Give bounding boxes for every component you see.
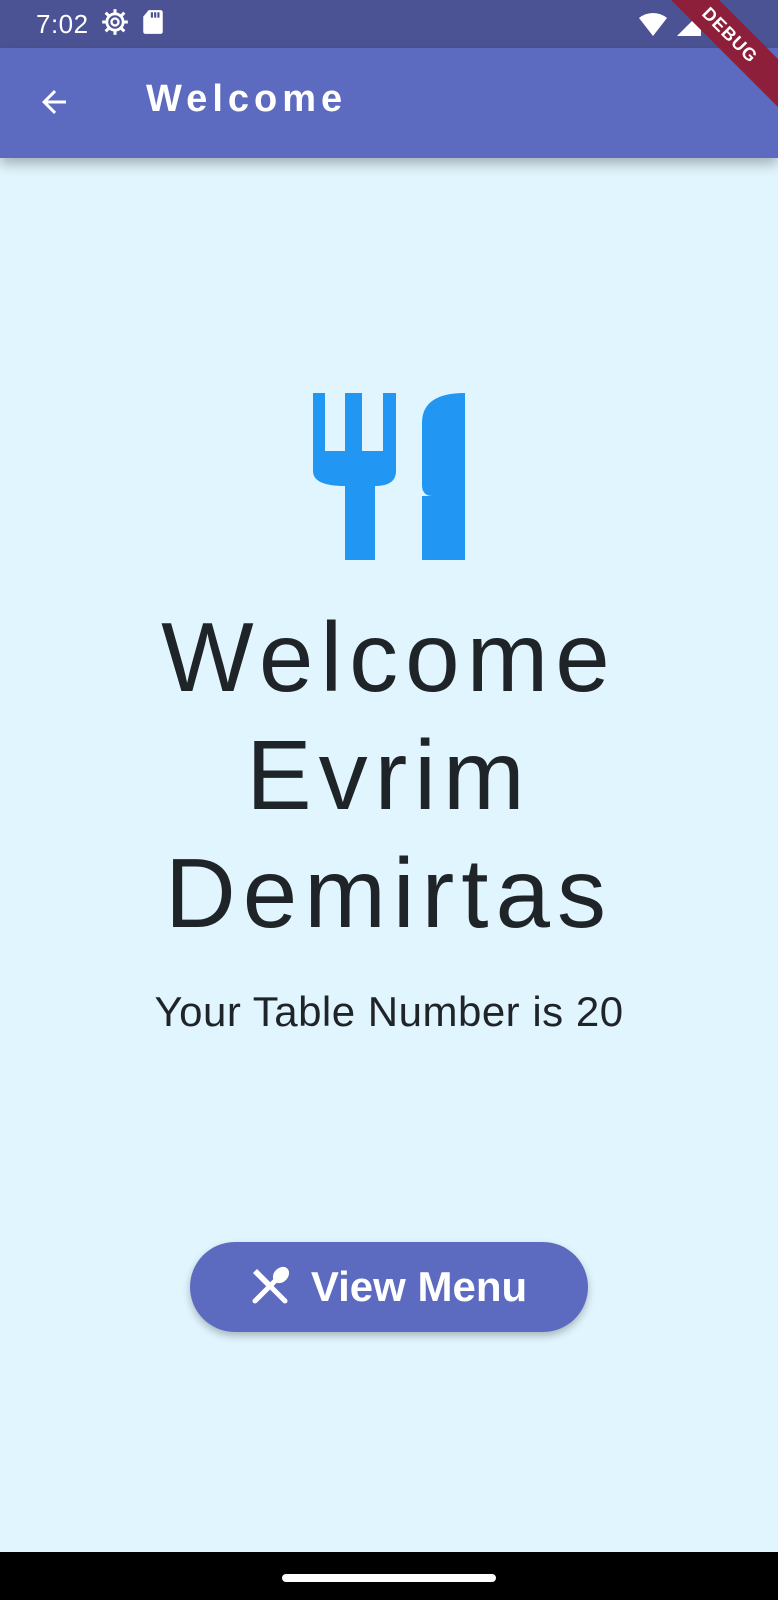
settings-gear-icon — [101, 8, 129, 41]
welcome-content: Welcome Evrim Demirtas Your Table Number… — [0, 158, 778, 1552]
app-screen: 7:02 DEBUG Welcome Welcome Evrim Demirta… — [0, 0, 778, 1600]
welcome-greeting: Welcome Evrim Demirtas — [0, 598, 778, 952]
greeting-line-welcome: Welcome — [161, 602, 617, 712]
home-indicator[interactable] — [282, 1574, 496, 1582]
status-bar: 7:02 — [0, 0, 778, 48]
dining-icon — [251, 1265, 291, 1310]
view-menu-label: View Menu — [310, 1263, 528, 1310]
app-bar-title: Welcome — [146, 78, 348, 120]
table-number-text: Your Table Number is 20 — [154, 988, 624, 1035]
status-time: 7:02 — [36, 8, 89, 39]
view-menu-button[interactable]: View Menu — [190, 1242, 588, 1332]
sd-card-icon — [141, 9, 165, 40]
greeting-line-first-name: Evrim — [246, 720, 532, 830]
system-nav-bar — [0, 1552, 778, 1600]
greeting-line-last-name: Demirtas — [164, 838, 614, 948]
arrow-back-icon — [36, 84, 72, 125]
restaurant-icon — [313, 393, 465, 560]
app-bar: Welcome — [0, 48, 778, 158]
back-button[interactable] — [32, 82, 76, 126]
status-left-icons — [101, 8, 165, 41]
wifi-icon — [638, 11, 668, 42]
